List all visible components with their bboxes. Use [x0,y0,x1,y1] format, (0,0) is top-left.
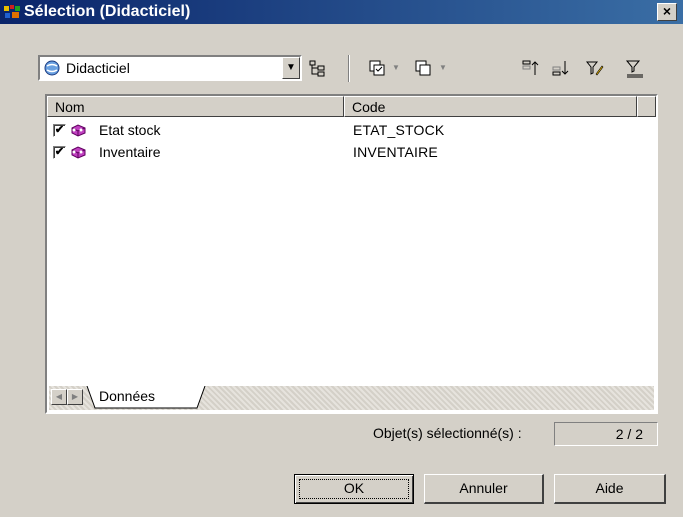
cancel-button[interactable]: Annuler [424,474,544,504]
entity-icon [69,144,87,163]
model-combo-value: Didacticiel [66,60,130,76]
focus-rect [299,479,409,499]
deselect-all-icon[interactable] [412,57,434,79]
column-header-empty[interactable] [637,96,656,117]
row-checkbox[interactable]: ✔ [53,124,66,137]
window-title: Sélection (Didacticiel) [24,3,191,20]
move-to-bottom-icon[interactable] [550,57,572,79]
close-button[interactable]: × [657,3,677,21]
row-checkbox[interactable]: ✔ [53,146,66,159]
row-name: Etat stock [99,122,161,138]
chevron-down-icon[interactable]: ▼ [282,57,300,79]
tab-scroll-right-icon[interactable]: ▶ [67,389,83,405]
move-to-top-icon[interactable] [520,57,542,79]
tree-view-icon[interactable] [306,57,328,79]
entity-icon [69,122,87,141]
model-combo[interactable]: Didacticiel ▼ [38,55,302,81]
row-code: INVENTAIRE [353,144,438,160]
selected-count-label: Objet(s) sélectionné(s) : [373,425,522,441]
deselect-all-dropdown-icon[interactable]: ▼ [439,63,447,72]
model-icon [44,60,60,76]
list-item[interactable]: ✔ Inventaire INVENTAIRE [47,141,656,163]
list-item[interactable]: ✔ Etat stock ETAT_STOCK [47,119,656,141]
filter-icon[interactable] [624,57,646,79]
filter-edit-icon[interactable] [584,57,606,79]
help-button[interactable]: Aide [554,474,666,504]
tab-scroll-left-icon[interactable]: ◀ [51,389,67,405]
select-all-icon[interactable] [366,57,388,79]
app-icon [4,5,20,19]
row-code: ETAT_STOCK [353,122,445,138]
select-all-dropdown-icon[interactable]: ▼ [392,63,400,72]
row-name: Inventaire [99,144,161,160]
column-header-name[interactable]: Nom [47,96,344,117]
title-bar: Sélection (Didacticiel) × [0,0,683,24]
tab-strip: ◀ ▶ Données [49,386,654,410]
object-list[interactable]: Nom Code ✔ Etat stock ETAT_STOCK ✔ Inven… [45,94,658,414]
selected-count-value: 2 / 2 [554,422,658,446]
toolbar-separator [348,55,350,82]
column-header-code[interactable]: Code [344,96,637,117]
ok-button[interactable]: OK [294,474,414,504]
tab-donnees[interactable]: Données [99,388,155,404]
